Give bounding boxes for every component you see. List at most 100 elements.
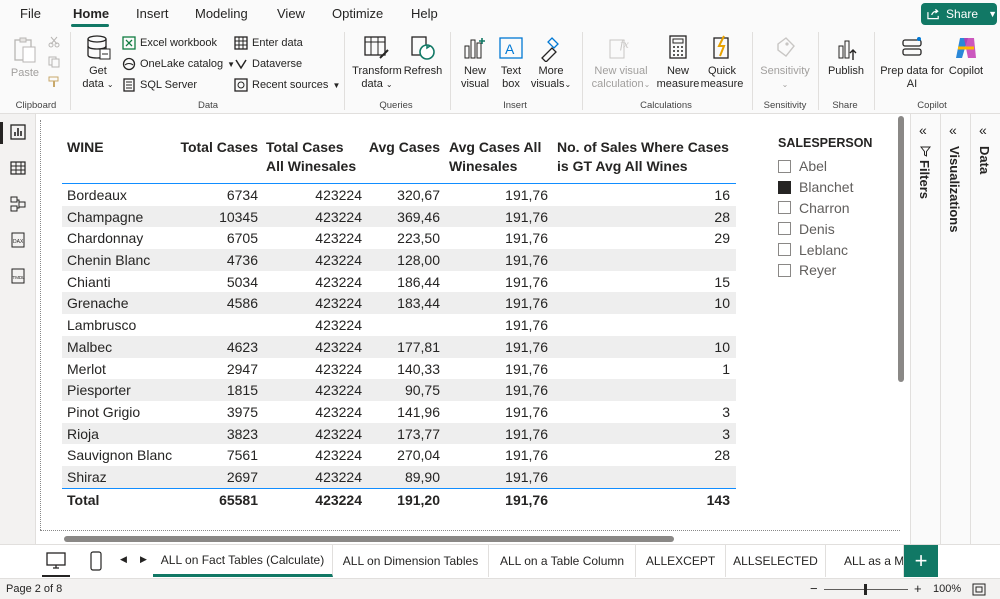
column-header-no-of-sales[interactable]: No. of Sales Where Cases is GT Avg All Wi… <box>557 138 729 176</box>
new-measure-label-2: measure <box>656 78 700 90</box>
table-row[interactable]: Grenache 4586 423224 183,44 191,76 10 <box>62 292 736 315</box>
page-tab-allselected[interactable]: ALLSELECTED <box>726 545 826 577</box>
new-measure-button[interactable]: New measure <box>656 34 700 91</box>
publish-button[interactable]: Publish <box>824 34 868 78</box>
dax-query-view-icon[interactable]: DAX <box>10 232 26 248</box>
database-icon <box>87 35 111 60</box>
model-view-icon[interactable] <box>10 196 26 212</box>
zoom-in-icon[interactable]: + <box>914 581 922 596</box>
sql-server-button[interactable]: SQL Server <box>122 78 197 92</box>
checkbox[interactable] <box>778 159 791 173</box>
table-row[interactable]: Lambrusco 423224 191,76 <box>62 314 736 336</box>
column-header-avg-cases[interactable]: Avg Cases <box>369 138 440 157</box>
menu-help[interactable]: Help <box>411 6 438 21</box>
chevron-right-icon[interactable]: ▶ <box>140 554 147 565</box>
text-box-button[interactable]: A Text box <box>494 34 528 91</box>
transform-data-button[interactable]: Transform data ⌄ <box>350 34 404 91</box>
column-header-total-cases-all[interactable]: Total Cases All Winesales <box>266 138 356 176</box>
menu-insert[interactable]: Insert <box>136 6 169 21</box>
slicer-item[interactable]: Abel <box>778 156 898 177</box>
excel-workbook-button[interactable]: Excel workbook <box>122 36 217 50</box>
data-pane[interactable]: « Data <box>970 114 1000 544</box>
table-row[interactable]: Merlot 2947 423224 140,33 191,76 1 <box>62 358 736 380</box>
refresh-button[interactable]: Refresh <box>403 34 443 78</box>
onelake-catalog-button[interactable]: OneLake catalog ▼ <box>122 57 235 71</box>
visual-border-left <box>40 120 41 530</box>
prep-data-ai-button[interactable]: Prep data for AI <box>878 34 946 91</box>
menu-view[interactable]: View <box>277 6 305 21</box>
slicer-item[interactable]: Reyer <box>778 260 898 281</box>
table-row[interactable]: Shiraz 2697 423224 89,90 191,76 <box>62 465 736 488</box>
new-visual-label-2: visual <box>460 78 490 90</box>
tmdl-view-icon[interactable]: TMDL <box>10 268 26 284</box>
menu-file[interactable]: File <box>20 6 41 21</box>
paste-button[interactable]: Paste <box>10 36 40 80</box>
page-tab-all-on-table-column[interactable]: ALL on a Table Column <box>489 545 636 577</box>
copy-icon[interactable] <box>48 56 60 68</box>
menu-modeling[interactable]: Modeling <box>195 6 248 21</box>
table-row[interactable]: Rioja 3823 423224 173,77 191,76 3 <box>62 422 736 445</box>
checkbox[interactable] <box>778 201 791 215</box>
checkbox[interactable] <box>778 263 791 277</box>
chevron-double-left-icon[interactable]: « <box>949 122 957 138</box>
add-page-button[interactable]: + <box>904 545 938 577</box>
fit-to-page-icon[interactable] <box>972 583 986 596</box>
table-row[interactable]: Chardonnay 6705 423224 223,50 191,76 29 <box>62 227 736 249</box>
table-row[interactable]: Champagne 10345 423224 369,46 191,76 28 <box>62 205 736 228</box>
onelake-icon <box>122 57 136 71</box>
slicer-item[interactable]: Charron <box>778 198 898 219</box>
wine-table-visual[interactable]: WINE Total Cases Total Cases All Winesale… <box>62 132 736 510</box>
zoom-slider-thumb[interactable] <box>864 584 867 595</box>
wine-name-cell: Chianti <box>67 273 111 290</box>
dataverse-button[interactable]: Dataverse <box>234 57 302 71</box>
column-header-avg-cases-all[interactable]: Avg Cases All Winesales <box>449 138 541 176</box>
table-row[interactable]: Chianti 5034 423224 186,44 191,76 15 <box>62 271 736 293</box>
visualizations-pane[interactable]: « Visualizations <box>940 114 970 544</box>
table-row[interactable]: Sauvignon Blanc 7561 423224 270,04 191,76 28 <box>62 444 736 466</box>
column-header-wine[interactable]: WINE <box>67 138 104 157</box>
format-painter-icon[interactable] <box>48 76 60 88</box>
new-visual-button[interactable]: New visual <box>456 34 494 91</box>
mobile-layout-icon[interactable] <box>90 551 102 571</box>
zoom-out-icon[interactable]: − <box>810 581 818 596</box>
recent-sources-button[interactable]: Recent sources ▼ <box>234 78 340 92</box>
cut-icon[interactable] <box>48 36 60 48</box>
copilot-button[interactable]: Copilot <box>944 34 988 78</box>
more-visuals-button[interactable]: More visuals⌄ <box>528 34 574 91</box>
value-cell: 423224 <box>315 360 362 377</box>
chevron-left-icon[interactable]: ◀ <box>120 554 127 565</box>
page-tab-all-as-a-mo[interactable]: ALL as a Mo <box>826 545 904 577</box>
slicer-item[interactable]: Leblanc <box>778 239 898 260</box>
checkbox[interactable] <box>778 243 791 257</box>
column-header-total-cases[interactable]: Total Cases <box>180 138 258 157</box>
quick-measure-button[interactable]: Quick measure <box>700 34 744 91</box>
chevron-double-left-icon[interactable]: « <box>919 122 927 138</box>
table-row[interactable]: Pinot Grigio 3975 423224 141,96 191,76 3 <box>62 401 736 423</box>
sensitivity-button[interactable]: Sensitivity ⌄ <box>758 34 812 91</box>
table-row[interactable]: Piesporter 1815 423224 90,75 191,76 <box>62 379 736 401</box>
get-data-button[interactable]: Get data ⌄ <box>78 34 118 91</box>
checkbox[interactable] <box>778 222 791 236</box>
horizontal-scrollbar[interactable] <box>64 536 674 542</box>
report-view-icon[interactable] <box>10 124 26 140</box>
new-visual-calculation-button[interactable]: fx New visual calculation⌄ <box>588 34 654 91</box>
checkbox-checked[interactable] <box>778 180 791 194</box>
page-tab-all-on-dimension-tables[interactable]: ALL on Dimension Tables <box>333 545 489 577</box>
page-tab-allexcept[interactable]: ALLEXCEPT <box>636 545 726 577</box>
menu-home[interactable]: Home <box>73 6 109 21</box>
filters-pane[interactable]: « Filters <box>910 114 940 544</box>
table-row[interactable]: Chenin Blanc 4736 423224 128,00 191,76 <box>62 249 736 271</box>
share-button[interactable]: Share ▼ <box>921 3 997 25</box>
page-tab-all-on-fact-tables[interactable]: ALL on Fact Tables (Calculate) <box>153 545 333 577</box>
table-total-row: Total 65581 423224 191,20 191,76 143 <box>62 487 736 510</box>
desktop-layout-icon[interactable] <box>46 552 66 570</box>
table-row[interactable]: Malbec 4623 423224 177,81 191,76 10 <box>62 335 736 358</box>
slicer-item[interactable]: Blanchet <box>778 177 898 198</box>
slicer-item[interactable]: Denis <box>778 218 898 239</box>
chevron-double-left-icon[interactable]: « <box>979 122 987 138</box>
table-view-icon[interactable] <box>10 160 26 176</box>
menu-optimize[interactable]: Optimize <box>332 6 383 21</box>
table-row[interactable]: Bordeaux 6734 423224 320,67 191,76 16 <box>62 184 736 206</box>
vertical-scrollbar[interactable] <box>898 116 904 382</box>
enter-data-button[interactable]: Enter data <box>234 36 303 50</box>
